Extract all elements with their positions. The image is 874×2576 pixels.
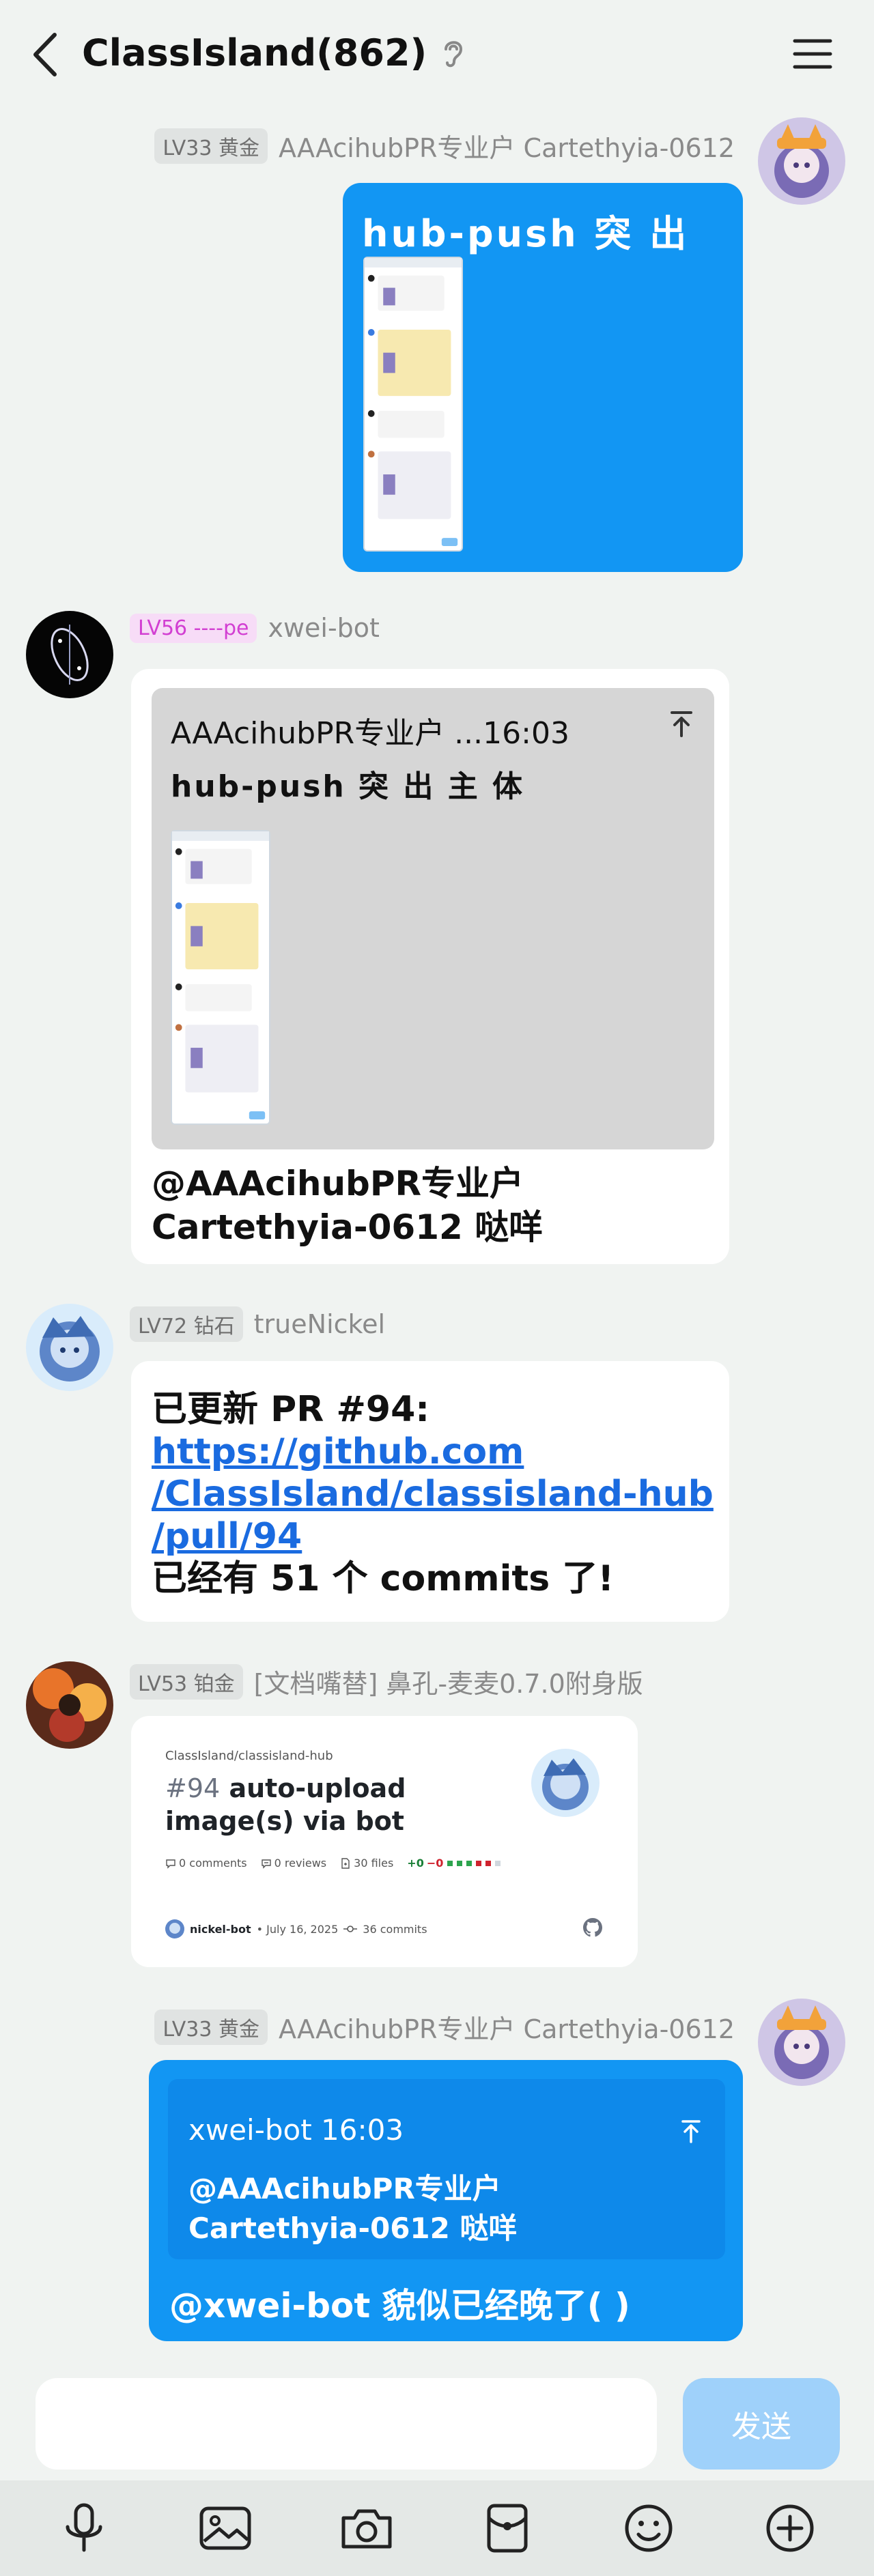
pr-number: #94 [165,1773,221,1803]
commit-icon [343,1926,358,1932]
pr-title: #94 auto-upload image(s) via bot [165,1772,425,1837]
screenshot-thumbnail[interactable] [171,830,270,1125]
pr-author: nickel-bot [190,1922,251,1936]
sender-name[interactable]: AAAcihubPR专业户 Cartethyia-0612 [279,127,735,164]
deletions: −0 [426,1857,444,1870]
pr-footer: nickel-bot • July 16, 2025 36 commits [165,1919,427,1938]
chevron-left-icon [33,33,57,76]
input-toolbar [0,2480,874,2576]
file-icon [341,1857,350,1869]
message-text: @xwei-bot 貌似已经晚了( ) [169,2286,630,2325]
message-meta: LV72 钻石 trueNickel [130,1306,385,1342]
pr-date: • July 16, 2025 [256,1922,339,1936]
avatar[interactable] [26,1661,113,1749]
emoji-button[interactable] [615,2494,683,2562]
message-line: 已更新 PR #94: [152,1389,430,1430]
additions: +0 [407,1857,424,1870]
comment-icon [166,1859,175,1869]
plus-icon [766,2504,814,2552]
voice-button[interactable] [50,2494,118,2562]
message-line: Cartethyia-0612 哒咩 [152,1207,544,1247]
commits-count: 36 commits [363,1922,427,1936]
level-badge: LV56 ----pe [130,613,257,643]
hamburger-menu-icon [793,39,832,69]
message-line: 已经有 51 个 commits 了! [152,1558,615,1599]
files-stat: 30 files [340,1857,393,1870]
quote-text: hub-push 突 出 主 体 [171,769,525,804]
red-packet-icon [487,2504,528,2553]
message-meta: LV53 铂金 [文档嘴替] 鼻孔-麦麦0.7.0附身版 [130,1663,643,1700]
github-pr-card[interactable]: ClassIsland/classisland-hub #94 auto-upl… [131,1716,638,1967]
files-count: 30 files [354,1857,394,1870]
quote-header: xwei-bot 16:03 [188,2113,404,2147]
message-text: 已更新 PR #94: https://github.com /ClassIsl… [152,1388,718,1600]
jump-to-top-icon[interactable] [677,2117,705,2145]
screenshot-thumbnail[interactable] [363,257,463,552]
message-meta: LV56 ----pe xwei-bot [130,613,380,643]
chat-header: ClassIsland(862) [0,0,874,109]
message-text: @AAAcihubPR专业户 Cartethyia-0612 哒咩 [152,1162,718,1249]
review-icon [261,1859,271,1869]
link-line[interactable]: /ClassIsland/classisland-hub [152,1473,718,1515]
mention[interactable]: @AAAcihubPR专业户 [152,1162,718,1205]
avatar[interactable] [26,611,113,698]
level-badge: LV53 铂金 [130,1663,243,1700]
quote-header: AAAcihubPR专业户 ...16:03 [171,716,569,751]
red-packet-button[interactable] [473,2494,541,2562]
pr-stats: 0 comments 0 reviews 30 files +0 −0 [165,1857,501,1870]
message-meta: LV33 黄金 AAAcihubPR专业户 Cartethyia-0612 [154,127,735,164]
diff-stat: +0 −0 [407,1857,501,1870]
ear-icon [440,36,468,70]
sender-name[interactable]: xwei-bot [268,613,380,643]
message-input[interactable] [36,2378,657,2470]
composer: 发送 [0,2364,874,2480]
emoji-icon [625,2504,673,2552]
comments-count: 0 comments [179,1857,247,1870]
author-avatar-icon [165,1919,184,1938]
chat-title[interactable]: ClassIsland(862) [82,31,427,74]
message-bubble[interactable]: xwei-bot 16:03 @AAAcihubPR专业户 Cartethyia… [149,2060,743,2341]
link-line[interactable]: https://github.com [152,1431,718,1473]
quote-line: @AAAcihubPR专业户 [188,2172,501,2205]
comments-stat: 0 comments [165,1857,247,1870]
message-meta: LV33 黄金 AAAcihubPR专业户 Cartethyia-0612 [154,2008,735,2046]
level-badge: LV72 钻石 [130,1306,243,1342]
message-bubble[interactable]: 已更新 PR #94: https://github.com /ClassIsl… [131,1361,729,1622]
quoted-message[interactable]: xwei-bot 16:03 @AAAcihubPR专业户 Cartethyia… [168,2079,725,2259]
quoted-message[interactable]: AAAcihubPR专业户 ...16:03 hub-push 突 出 主 体 [152,688,714,1149]
level-badge: LV33 黄金 [154,2009,268,2045]
back-button[interactable] [27,30,63,79]
link-line[interactable]: /pull/94 [152,1515,718,1558]
avatar[interactable] [758,1999,845,2086]
sender-name[interactable]: [文档嘴替] 鼻孔-麦麦0.7.0附身版 [254,1663,643,1700]
reviews-count: 0 reviews [274,1857,327,1870]
avatar[interactable] [26,1304,113,1391]
pr-link[interactable]: https://github.com /ClassIsland/classisl… [152,1431,718,1558]
quote-line: Cartethyia-0612 哒咩 [188,2212,518,2245]
reviews-stat: 0 reviews [261,1857,327,1870]
repo-name: ClassIsland/classisland-hub [165,1749,333,1763]
avatar[interactable] [758,117,845,205]
github-icon [583,1918,602,1937]
menu-button[interactable] [791,33,834,75]
more-button[interactable] [756,2494,824,2562]
send-button[interactable]: 发送 [683,2378,840,2470]
sender-name[interactable]: trueNickel [254,1309,385,1339]
author-avatar [531,1749,600,1817]
camera-button[interactable] [333,2494,401,2562]
message-bubble[interactable]: AAAcihubPR专业户 ...16:03 hub-push 突 出 主 体 [131,669,729,1264]
image-icon [199,2506,251,2550]
image-button[interactable] [191,2494,259,2562]
camera-icon [341,2509,392,2549]
jump-to-top-icon[interactable] [665,707,698,740]
level-badge: LV33 黄金 [154,128,268,164]
microphone-icon [66,2503,102,2552]
message-bubble[interactable]: hub-push 突 出 主 体 [343,183,743,572]
sender-name[interactable]: AAAcihubPR专业户 Cartethyia-0612 [279,2008,735,2046]
quote-text: @AAAcihubPR专业户 Cartethyia-0612 哒咩 [188,2169,517,2248]
